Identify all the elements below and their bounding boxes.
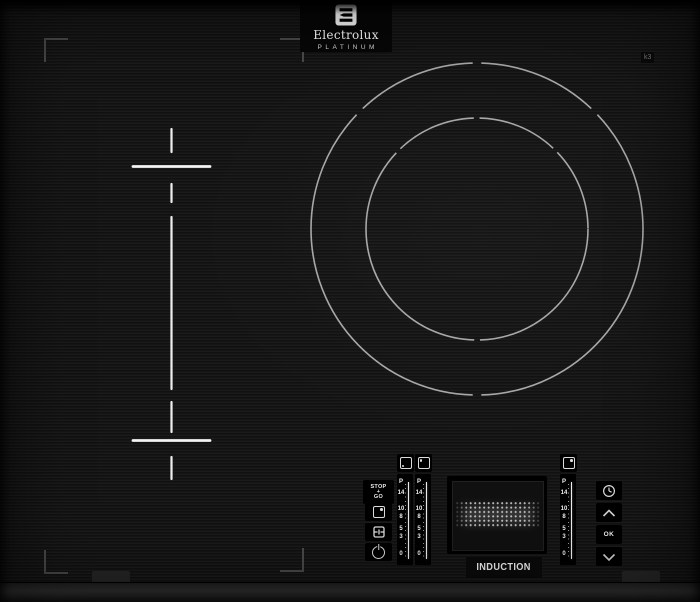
induction-badge: INDUCTION [466, 557, 542, 578]
power-slider-left-front[interactable]: P 14 10 8 5 3 0 [397, 474, 413, 565]
zone-indicator-right[interactable] [560, 454, 577, 472]
induction-label: INDUCTION [477, 562, 531, 573]
inner-ring [366, 118, 588, 340]
power-icon [372, 546, 385, 559]
display-screen [452, 481, 544, 551]
front-bevel-edge [0, 582, 700, 602]
surface-corner-mark: k3 [641, 52, 654, 63]
square-dot-icon [400, 457, 412, 469]
ok-button[interactable]: OK [596, 525, 622, 544]
corner-bracket-top-left [44, 38, 68, 62]
zone-indicator-left-front[interactable] [397, 454, 414, 472]
power-button[interactable] [365, 543, 392, 561]
clock-icon [602, 484, 616, 498]
electrolux-symbol-icon [335, 4, 357, 26]
slider-track[interactable] [426, 482, 428, 559]
cooktop-zone-markings [0, 0, 700, 602]
square-dot-icon [418, 457, 430, 469]
stop-go-label-bottom: GO [374, 495, 383, 500]
slider-ticks [405, 484, 407, 557]
timer-button[interactable] [596, 481, 622, 500]
square-dot-icon [373, 506, 385, 518]
stop-go-button[interactable]: STOP + GO [363, 480, 394, 504]
slider-track[interactable] [571, 482, 573, 559]
slider-ticks [568, 484, 570, 557]
brand-wordmark: Electrolux [313, 28, 379, 42]
ok-label: OK [604, 531, 615, 538]
corner-bracket-bottom-left [44, 550, 68, 574]
decrease-button[interactable] [596, 547, 622, 566]
brand-plate: Electrolux PLATINUM [300, 2, 392, 52]
corner-bracket-bottom-right [280, 548, 304, 572]
power-slider-left-rear[interactable]: P 14 10 8 5 3 0 [415, 474, 431, 565]
brand-series: PLATINUM [314, 44, 378, 51]
chevron-up-icon [601, 508, 617, 518]
slider-track[interactable] [408, 482, 410, 559]
zone-select-button[interactable] [365, 503, 392, 521]
display-fade [453, 500, 543, 530]
power-slider-right[interactable]: P 14 10 8 5 3 0 [560, 474, 576, 565]
square-dot-icon [563, 457, 575, 469]
chevron-down-icon [601, 552, 617, 562]
bridge-function-button[interactable] [365, 523, 392, 541]
increase-button[interactable] [596, 503, 622, 522]
induction-cooktop: Electrolux PLATINUM k3 STOP + GO [0, 0, 700, 602]
zone-indicator-left-rear[interactable] [415, 454, 432, 472]
slider-ticks [423, 484, 425, 557]
bridge-icon [373, 526, 385, 538]
outer-ring [311, 63, 643, 395]
